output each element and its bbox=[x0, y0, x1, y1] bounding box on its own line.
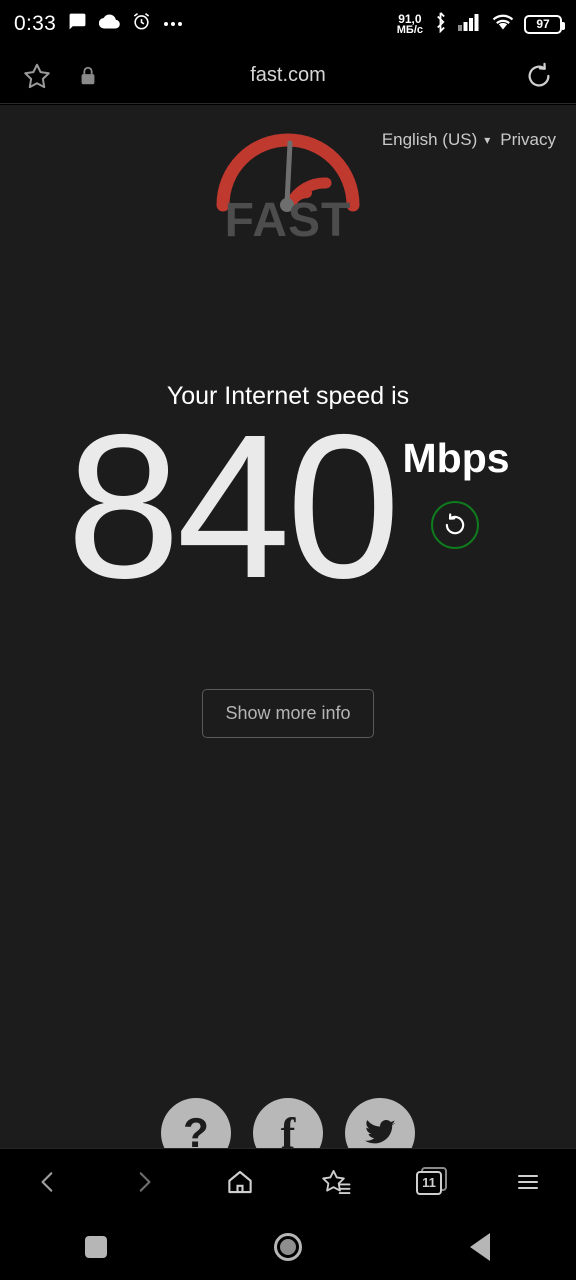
retry-test-button[interactable] bbox=[430, 501, 479, 549]
menu-button[interactable] bbox=[493, 1154, 563, 1210]
show-more-info-container: Show more info bbox=[0, 689, 576, 738]
home-button[interactable] bbox=[205, 1154, 275, 1210]
speed-unit: Mbps bbox=[402, 435, 510, 481]
triangle-back-icon bbox=[470, 1233, 490, 1261]
lock-icon[interactable] bbox=[78, 65, 98, 87]
bluetooth-icon bbox=[432, 11, 449, 38]
tabs-button[interactable]: 11 bbox=[397, 1154, 467, 1210]
speed-result: 840 Mbps bbox=[0, 392, 576, 621]
android-nav-bar bbox=[0, 1214, 576, 1280]
back-icon bbox=[41, 1171, 53, 1192]
back-button[interactable] bbox=[13, 1154, 83, 1210]
cloud-icon bbox=[98, 11, 120, 37]
cellular-signal-icon bbox=[458, 13, 482, 36]
back-nav-button[interactable] bbox=[445, 1219, 515, 1275]
more-icon bbox=[163, 15, 183, 33]
help-glyph: ? bbox=[183, 1109, 209, 1148]
wifi-icon bbox=[491, 13, 515, 36]
twitter-icon[interactable] bbox=[345, 1098, 415, 1148]
bookmark-star-icon[interactable] bbox=[22, 61, 52, 91]
browser-address-bar[interactable]: fast.com bbox=[0, 48, 576, 104]
reload-icon[interactable] bbox=[524, 61, 554, 91]
bookmarks-button[interactable] bbox=[301, 1154, 371, 1210]
logo-wordmark: FAST bbox=[224, 194, 352, 247]
forward-icon bbox=[139, 1171, 151, 1192]
recents-button[interactable] bbox=[61, 1219, 131, 1275]
speed-unit-column: Mbps bbox=[397, 410, 510, 549]
facebook-glyph: f bbox=[280, 1108, 296, 1149]
social-links: ? f bbox=[0, 1098, 576, 1148]
menu-icon bbox=[518, 1174, 538, 1189]
network-rate: 91,0 МБ/с bbox=[397, 13, 423, 36]
status-clock: 0:33 bbox=[14, 12, 57, 35]
fast-com-page: English (US) ▾ Privacy FAST Your Interne… bbox=[0, 105, 576, 1148]
tab-counter-icon: 11 bbox=[416, 1166, 448, 1197]
chat-icon bbox=[68, 12, 87, 36]
network-rate-value: 91,0 bbox=[398, 11, 422, 26]
fast-logo: FAST bbox=[0, 125, 576, 245]
status-bar-right: 91,0 МБ/с 97 bbox=[397, 11, 565, 38]
battery-icon: 97 bbox=[524, 14, 565, 34]
home-nav-button[interactable] bbox=[253, 1219, 323, 1275]
facebook-icon[interactable]: f bbox=[253, 1098, 323, 1148]
browser-bottom-toolbar: 11 bbox=[0, 1148, 576, 1214]
refresh-icon bbox=[445, 513, 464, 535]
twitter-bird-icon bbox=[364, 1119, 396, 1144]
show-more-info-button[interactable]: Show more info bbox=[202, 689, 374, 738]
square-recents-icon bbox=[85, 1236, 107, 1258]
circle-home-icon bbox=[274, 1233, 302, 1261]
forward-button[interactable] bbox=[109, 1154, 179, 1210]
bookmarks-star-icon bbox=[322, 1169, 351, 1194]
network-rate-unit: МБ/с bbox=[396, 23, 423, 36]
speed-value: 840 bbox=[66, 392, 400, 621]
status-bar-left: 0:33 bbox=[14, 11, 183, 37]
tab-count-label: 11 bbox=[416, 1170, 442, 1195]
android-status-bar: 0:33 91,0 МБ/с 97 bbox=[0, 0, 576, 48]
alarm-icon bbox=[132, 12, 151, 36]
help-icon[interactable]: ? bbox=[161, 1098, 231, 1148]
battery-percent: 97 bbox=[536, 17, 550, 31]
home-icon bbox=[228, 1170, 252, 1193]
